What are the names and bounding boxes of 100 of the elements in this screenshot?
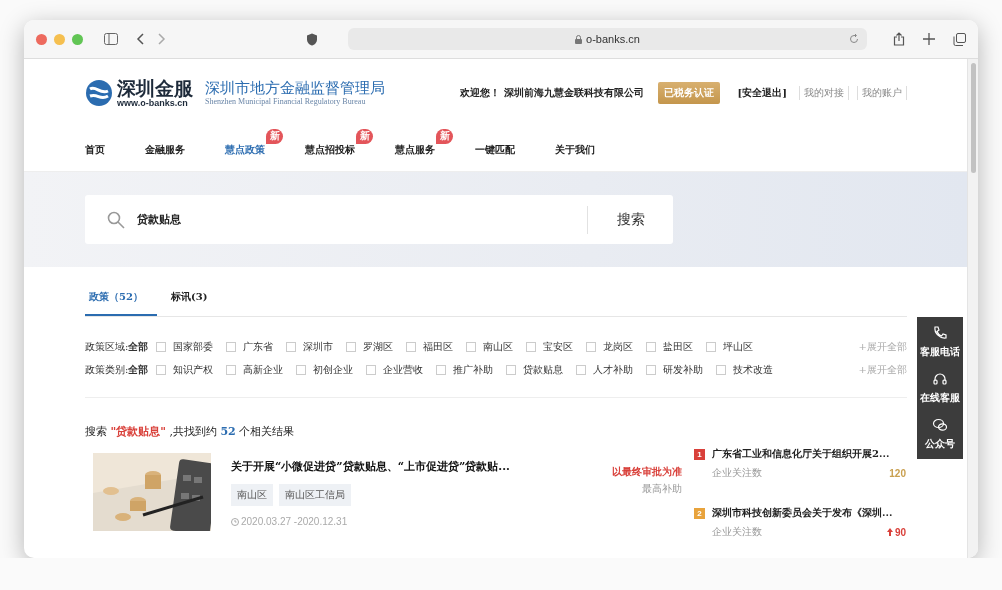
nav-item[interactable]: 关于我们: [555, 142, 595, 157]
checkbox-label: 罗湖区: [363, 339, 394, 354]
side-tool-button[interactable]: 客服电话: [920, 325, 960, 359]
minimize-button[interactable]: [54, 33, 65, 45]
filter-all-option[interactable]: 全部: [128, 339, 149, 354]
checkbox-label: 推广补助: [453, 362, 494, 377]
result-tag: 南山区: [231, 484, 273, 506]
checkbox[interactable]: [226, 364, 237, 375]
hot-item-meta: 企业关注数: [712, 525, 762, 539]
checkbox[interactable]: [526, 341, 537, 352]
nav-item[interactable]: 一键匹配: [475, 142, 515, 157]
checkbox-label: 人才补助: [593, 362, 634, 377]
filter-all-option[interactable]: 全部: [128, 362, 149, 377]
phone-icon: [932, 325, 948, 341]
checkbox-label: 广东省: [243, 339, 274, 354]
hot-item-title[interactable]: 深圳市科技创新委员会关于发布《深圳...: [712, 506, 893, 520]
logo-name: 深圳金服: [117, 78, 193, 98]
shield-icon: [306, 32, 318, 46]
checkbox-label: 研发补助: [663, 362, 704, 377]
tab[interactable]: 标讯(3): [167, 280, 227, 316]
certified-badge: 已税务认证: [657, 82, 720, 104]
checkbox[interactable]: [286, 341, 297, 352]
new-badge: 新: [266, 128, 283, 144]
up-arrow-icon: [886, 528, 893, 536]
hot-item-title[interactable]: 广东省工业和信息化厅关于组织开展2...: [712, 447, 890, 461]
checkbox-label: 知识产权: [173, 362, 214, 377]
checkbox-label: 初创企业: [313, 362, 354, 377]
sidebar-icon: [104, 33, 118, 45]
checkbox-label: 深圳市: [303, 339, 334, 354]
result-title[interactable]: 关于开展“小微促进贷”贷款贴息、“上市促进贷”贷款贴...: [231, 459, 541, 474]
follower-count: 120: [889, 467, 906, 479]
search-field[interactable]: 贷款贴息 搜索: [85, 195, 673, 244]
clock-icon: [231, 517, 239, 526]
new-badge: 新: [356, 128, 373, 144]
checkbox-label: 南山区: [483, 339, 514, 354]
new-badge: 新: [436, 128, 453, 144]
hot-item-meta: 企业关注数: [712, 466, 762, 480]
checkbox-label: 国家部委: [173, 339, 214, 354]
nav-item[interactable]: 首页: [85, 142, 105, 157]
checkbox[interactable]: [576, 364, 587, 375]
tab[interactable]: 政策（52）: [85, 280, 157, 316]
checkbox[interactable]: [156, 341, 167, 352]
plus-icon: [923, 33, 935, 45]
checkbox[interactable]: [406, 341, 417, 352]
checkbox-label: 盐田区: [663, 339, 694, 354]
search-icon: [107, 210, 125, 229]
checkbox-label: 高新企业: [243, 362, 284, 377]
checkbox[interactable]: [716, 364, 727, 375]
share-icon: [893, 32, 905, 46]
scrollbar-thumb[interactable]: [970, 63, 976, 173]
regulator-name: 深圳市地方金融监督管理局: [205, 80, 385, 97]
header-link[interactable]: 我的账户: [857, 86, 907, 100]
side-tool-button[interactable]: 在线客服: [920, 371, 960, 405]
checkbox[interactable]: [436, 364, 447, 375]
header-link[interactable]: 我的对接: [799, 86, 849, 100]
checkbox-label: 贷款贴息: [523, 362, 564, 377]
follower-count: 90: [894, 526, 906, 538]
checkbox[interactable]: [296, 364, 307, 375]
forward-icon: [156, 33, 166, 45]
subsidy-label: 最高补助: [641, 482, 682, 496]
lock-icon: [575, 34, 583, 44]
address-bar[interactable]: o-banks.cn: [348, 28, 867, 50]
rank-badge: 2: [694, 507, 705, 519]
result-date: 2020.03.27 -2020.12.31: [241, 516, 348, 527]
checkbox[interactable]: [466, 341, 477, 352]
checkbox-label: 坪山区: [723, 339, 754, 354]
tabs-icon: [953, 32, 966, 46]
checkbox[interactable]: [506, 364, 517, 375]
checkbox[interactable]: [366, 364, 377, 375]
subsidy-amount: 以最终审批为准: [612, 465, 682, 479]
checkbox[interactable]: [646, 364, 657, 375]
nav-item[interactable]: 金融服务: [145, 142, 185, 157]
checkbox[interactable]: [226, 341, 237, 352]
reload-icon: [849, 34, 859, 44]
checkbox[interactable]: [646, 341, 657, 352]
close-button[interactable]: [36, 33, 47, 45]
headset-icon: [932, 371, 948, 387]
logo-site: www.o-banks.cn: [117, 97, 188, 108]
regulator-english-name: Shenzhen Municipal Financial Regulatory Bureau: [205, 96, 367, 106]
chat-bubbles-icon: [932, 417, 948, 433]
maximize-button[interactable]: [72, 33, 83, 45]
url-text: o-banks.cn: [586, 33, 640, 45]
filter-label: 政策类别:: [85, 362, 129, 377]
result-summary: 搜索 "贷款贴息" ,共找到约 52 个相关结果: [85, 424, 296, 439]
checkbox[interactable]: [586, 341, 597, 352]
back-icon: [136, 33, 146, 45]
side-tool-button[interactable]: 公众号: [925, 417, 955, 451]
logo-icon: [85, 79, 113, 107]
welcome-text: 欢迎您！ 深圳前海九慧金联科技有限公司: [460, 86, 644, 100]
checkbox-label: 宝安区: [543, 339, 574, 354]
rank-badge: 1: [694, 448, 705, 460]
filter-label: 政策区域:: [85, 339, 129, 354]
header-link[interactable]: [安全退出]: [733, 86, 791, 100]
result-tag: 南山区工信局: [279, 484, 351, 506]
checkbox-label: 企业营收: [383, 362, 424, 377]
checkbox-label: 龙岗区: [603, 339, 634, 354]
checkbox[interactable]: [346, 341, 357, 352]
checkbox[interactable]: [706, 341, 717, 352]
checkbox[interactable]: [156, 364, 167, 375]
checkbox-label: 技术改造: [733, 362, 774, 377]
